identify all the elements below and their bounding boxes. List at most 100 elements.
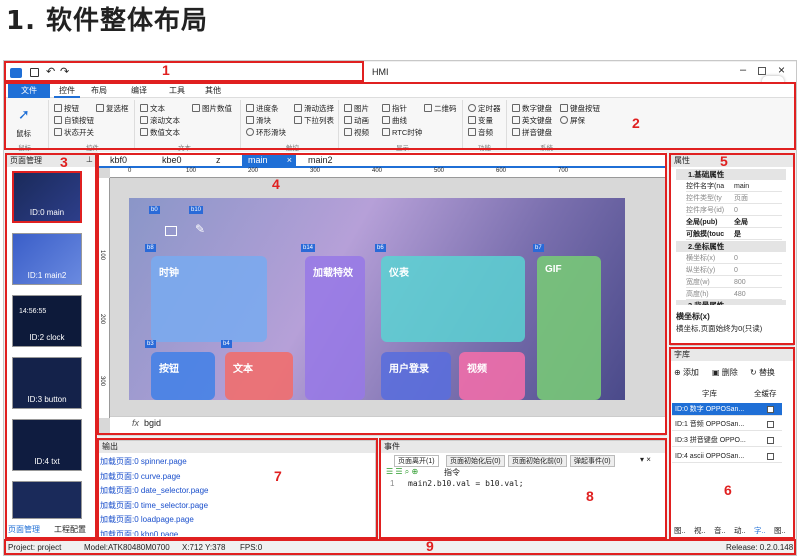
page-thumb-txt[interactable]: ID:4 txt [12,419,82,471]
font-row[interactable]: ID:3 拼音键盘 OPPO... [672,434,782,447]
tool-screensaver[interactable]: 屏保 [560,115,585,126]
tool-qrcode[interactable]: 二维码 [424,103,457,114]
resource-tab[interactable]: 图.. [774,525,786,536]
badge-b6[interactable]: b6 [375,244,386,252]
tool-lock-button[interactable]: 自锁按钮 [54,115,94,126]
resource-tab[interactable]: 音.. [714,525,726,536]
tool-ring-slider[interactable]: 环形滑块 [246,127,286,138]
resource-tab[interactable]: 视.. [694,525,706,536]
prop-row[interactable]: 全局(pub) 全局 [686,217,782,228]
tool-scroll-text[interactable]: 滚动文本 [140,115,180,126]
event-tab[interactable]: 弹起事件(0) [570,455,615,467]
badge-b3[interactable]: b3 [145,340,156,348]
delete-font-button[interactable]: ▣ 删除 [712,367,738,378]
tool-video[interactable]: 视频 [344,127,369,138]
badge-b14[interactable]: b14 [301,244,316,252]
prop-row[interactable]: 高度(h) 480 [686,289,782,300]
page-manager-tab[interactable]: 页面管理 [8,524,40,535]
page-thumb-clock[interactable]: 14:56:55 ID:2 clock [12,295,82,347]
menu-other[interactable]: 其他 [202,84,224,98]
menu-file[interactable]: 文件 [8,84,50,98]
minimize-button[interactable]: – [740,64,746,76]
tool-audio[interactable]: 音频 [468,127,493,138]
prop-row[interactable]: 宽度(w) 800 [686,277,782,288]
tool-image-number[interactable]: 图片数值 [192,103,232,114]
tool-numeric-keyboard[interactable]: 数字键盘 [512,103,552,114]
tool-image[interactable]: 图片 [344,103,369,114]
tab-main[interactable]: main × [242,154,296,166]
tab-close-icon[interactable]: × [287,154,292,166]
redo-icon[interactable]: ↷ [60,65,69,78]
panel-pin-icon[interactable]: ⊥ [86,155,93,164]
tool-variable[interactable]: 变量 [468,115,493,126]
font-row[interactable]: ID:4 ascii OPPOSan... [672,450,782,463]
resource-tab[interactable]: 图.. [674,525,686,536]
card-login[interactable]: 用户登录 [381,352,451,400]
tool-button[interactable]: 按钮 [54,103,79,114]
tool-keyboard-button[interactable]: 键盘按钮 [560,103,600,114]
maximize-button[interactable] [758,67,766,75]
page-thumb-button[interactable]: ID:3 button [12,357,82,409]
tool-rtc-clock[interactable]: RTC时钟 [382,127,422,138]
tool-pointer[interactable]: 指针 [382,103,407,114]
resource-tab[interactable]: 字.. [754,525,766,536]
card-gif[interactable]: GIF [537,256,601,400]
add-font-button[interactable]: ⊕ 添加 [674,367,699,378]
cache-checkbox[interactable] [767,421,774,428]
tool-curve[interactable]: 曲线 [382,115,407,126]
badge-b0[interactable]: b0 [149,206,160,214]
card-clock[interactable]: 时钟 [151,256,267,342]
tool-checkbox[interactable]: 复选框 [96,103,129,114]
prop-row[interactable]: 控件类型(ty 页面 [686,193,782,204]
tool-timer[interactable]: 定时器 [468,103,501,114]
tool-text[interactable]: 文本 [140,103,165,114]
cache-checkbox[interactable] [767,406,774,413]
indent-icon[interactable]: ☰ ☰ ⌕ ⊕ [386,467,418,477]
font-row[interactable]: ID:0 数字 OPPOSan... [672,403,782,416]
tab-kbe0[interactable]: kbe0 [156,154,188,166]
close-button[interactable]: × [778,63,785,77]
event-tab[interactable]: 页面初始化前(0) [508,455,567,467]
card-loading[interactable]: 加载特效 [305,256,365,400]
prop-row[interactable]: 纵坐标(y) 0 [686,265,782,276]
tool-state-switch[interactable]: 状态开关 [54,127,94,138]
card-text[interactable]: 文本 [225,352,293,400]
tool-progress-bar[interactable]: 进度条 [246,103,279,114]
menu-layout[interactable]: 布局 [88,84,110,98]
resource-tab[interactable]: 动.. [734,525,746,536]
badge-b10[interactable]: b10 [189,206,204,214]
page-thumb-more[interactable] [12,481,82,519]
prop-row[interactable]: 控件名字(na main [686,181,782,192]
event-tab[interactable]: 页面初始化后(0) [446,455,505,467]
section-background[interactable]: 3.背景属性 [676,300,786,305]
badge-b7[interactable]: b7 [533,244,544,252]
section-basic[interactable]: 1.基础属性 [676,169,786,180]
undo-icon[interactable]: ↶ [46,65,55,78]
tool-slider[interactable]: 滑块 [246,115,271,126]
replace-font-button[interactable]: ↻ 替换 [750,367,775,378]
tool-animation[interactable]: 动画 [344,115,369,126]
event-tab[interactable]: 页面离开(1) [394,455,439,467]
tab-main2[interactable]: main2 [302,154,339,166]
tool-slide-select[interactable]: 滑动选择 [294,103,334,114]
menu-compile[interactable]: 编译 [128,84,150,98]
prop-row[interactable]: 控件序号(id) 0 [686,205,782,216]
mouse-tool[interactable]: 鼠标 [16,128,31,139]
cache-checkbox[interactable] [767,437,774,444]
menu-tools[interactable]: 工具 [166,84,188,98]
prop-row[interactable]: 横坐标(x) 0 [686,253,782,264]
tool-dropdown[interactable]: 下拉列表 [294,115,334,126]
cache-checkbox[interactable] [767,453,774,460]
tool-english-keyboard[interactable]: 英文键盘 [512,115,552,126]
badge-b4[interactable]: b4 [221,340,232,348]
section-coords[interactable]: 2.坐标属性 [676,241,786,252]
project-config-tab[interactable]: 工程配置 [54,524,86,535]
tool-pinyin-keyboard[interactable]: 拼音键盘 [512,127,552,138]
page-thumb-main[interactable]: ID:0 main [12,171,82,223]
font-row[interactable]: ID:1 音频 OPPOSan... [672,418,782,431]
code-editor[interactable]: main2.b10.val = b10.val; [408,479,524,488]
badge-b8[interactable]: b8 [145,244,156,252]
event-menu-icon[interactable]: ▾ × [640,455,651,464]
design-canvas[interactable]: ✎ 时钟 加载特效 仪表 GIF 按钮 文本 用户登录 视频 b0 b10 b8… [129,198,625,400]
prop-row[interactable]: 可触摸(touc 是 [686,229,782,240]
